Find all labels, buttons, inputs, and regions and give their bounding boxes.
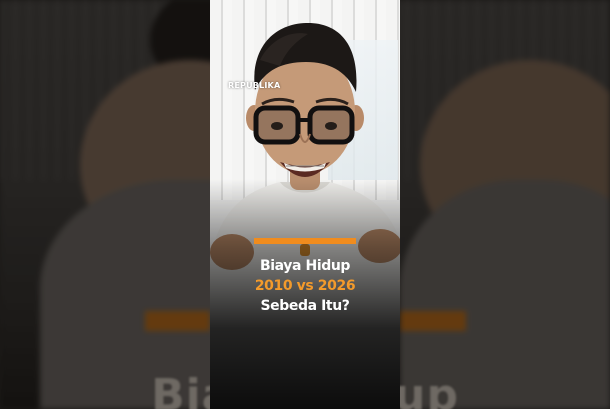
- video-panel[interactable]: REPUBLIKA Biaya Hidup 2010 vs 2026 Sebed…: [210, 0, 400, 409]
- video-frame: Biaya Hidup: [0, 0, 610, 409]
- republika-watermark: REPUBLIKA: [228, 81, 281, 90]
- headline-line-3: Sebeda Itu?: [260, 298, 350, 314]
- headline-line-1: Biaya Hidup: [259, 258, 351, 274]
- accent-bar: [254, 238, 356, 244]
- headline: Biaya Hidup 2010 vs 2026 Sebeda Itu?: [210, 256, 400, 316]
- headline-line-2: 2010 vs 2026: [254, 278, 356, 294]
